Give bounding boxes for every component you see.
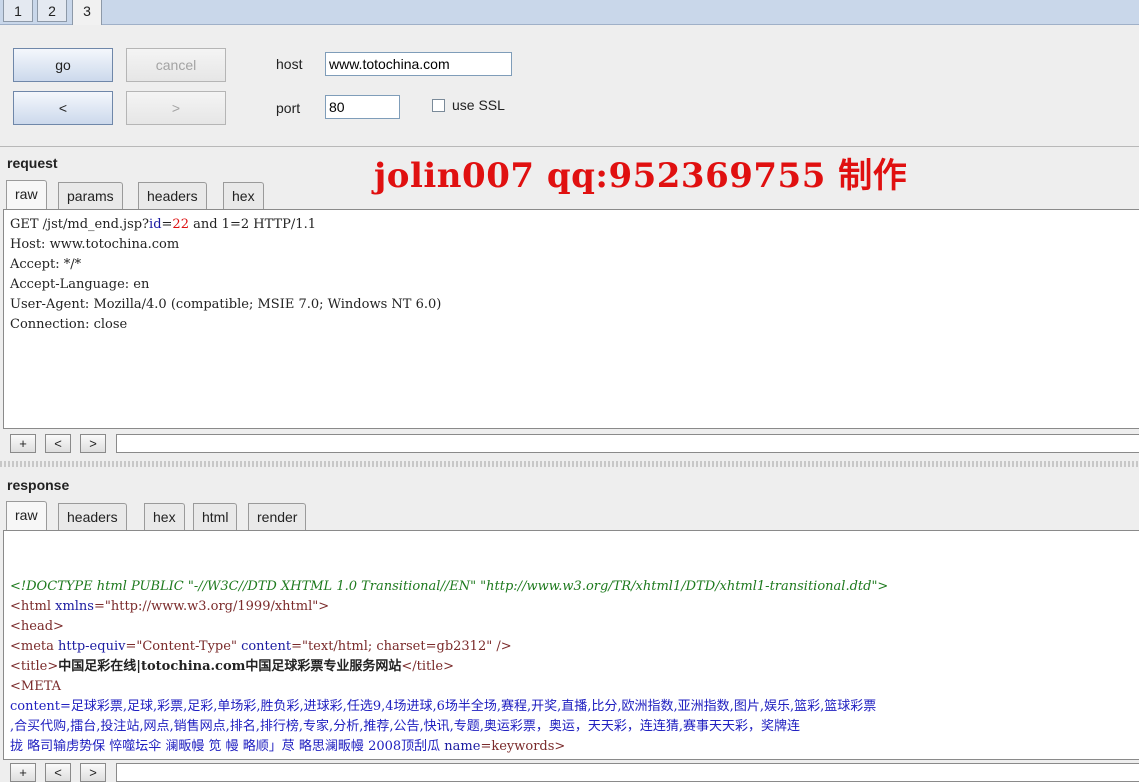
request-header-line: Connection: close bbox=[10, 317, 128, 332]
split-divider[interactable] bbox=[0, 461, 1139, 467]
cancel-button[interactable]: cancel bbox=[126, 48, 226, 82]
response-title: response bbox=[7, 477, 70, 493]
content-line: 拢 略司输虏势保 悴噬坛伞 澜畈幔 笕 幔 略顺」荩 略思澜畈幔 2008顶刮瓜… bbox=[10, 739, 566, 754]
title-line: <title>中国足彩在线|totochina.com中国足球彩票专业服务网站<… bbox=[10, 659, 455, 674]
request-tab-params[interactable]: params bbox=[58, 182, 123, 209]
head-line: <head> bbox=[10, 619, 64, 634]
request-header-line: Host: www.totochina.com bbox=[10, 237, 180, 252]
content-line: ,合买代购,擂台,投注站,网点,销售网点,排名,排行榜,专家,分析,推荐,公告,… bbox=[10, 719, 800, 734]
request-tab-headers[interactable]: headers bbox=[138, 182, 207, 209]
response-tab-headers[interactable]: headers bbox=[58, 503, 127, 530]
request-header-line: User-Agent: Mozilla/4.0 (compatible; MSI… bbox=[10, 297, 442, 312]
host-input[interactable]: www.totochina.com bbox=[325, 52, 512, 76]
request-search-field[interactable] bbox=[116, 434, 1139, 453]
top-tab-3[interactable]: 3 bbox=[72, 0, 102, 25]
use-ssl-checkbox[interactable] bbox=[432, 99, 445, 112]
request-raw-editor[interactable]: GET /jst/md_end.jsp?id=22 and 1=2 HTTP/1… bbox=[3, 209, 1139, 429]
go-button[interactable]: go bbox=[13, 48, 113, 82]
port-label: port bbox=[276, 100, 301, 116]
request-header-line: Accept: */* bbox=[10, 257, 82, 272]
watermark-text: jolin007 qq:952369755 制作 bbox=[374, 156, 908, 196]
back-button[interactable]: < bbox=[13, 91, 113, 125]
top-tab-1[interactable]: 1 bbox=[3, 0, 33, 22]
response-tab-render[interactable]: render bbox=[248, 503, 307, 530]
response-tab-hex[interactable]: hex bbox=[144, 503, 185, 530]
request-add-button[interactable]: + bbox=[10, 434, 36, 453]
top-tab-2[interactable]: 2 bbox=[37, 0, 67, 22]
html-line: <html xmlns="http://www.w3.org/1999/xhtm… bbox=[10, 599, 330, 614]
response-raw-viewer[interactable]: <!DOCTYPE html PUBLIC "-//W3C//DTD XHTML… bbox=[3, 530, 1139, 760]
response-tab-raw[interactable]: raw bbox=[6, 501, 47, 530]
use-ssl-label: use SSL bbox=[452, 97, 505, 113]
request-line: GET /jst/md_end.jsp?id=22 and 1=2 HTTP/1… bbox=[10, 217, 316, 232]
meta-line: <meta http-equiv="Content-Type" content=… bbox=[10, 639, 512, 654]
meta-upper-line: <META bbox=[10, 679, 62, 694]
request-title: request bbox=[7, 155, 58, 171]
request-tab-hex[interactable]: hex bbox=[223, 182, 264, 209]
port-input[interactable]: 80 bbox=[325, 95, 400, 119]
request-next-button[interactable]: > bbox=[80, 434, 106, 453]
request-prev-button[interactable]: < bbox=[45, 434, 71, 453]
response-tab-html[interactable]: html bbox=[193, 503, 238, 530]
request-tab-raw[interactable]: raw bbox=[6, 180, 47, 209]
host-label: host bbox=[276, 56, 303, 72]
top-tab-strip: 1 2 3 bbox=[0, 0, 1139, 25]
doctype-line: <!DOCTYPE html PUBLIC "-//W3C//DTD XHTML… bbox=[10, 579, 889, 594]
request-header-line: Accept-Language: en bbox=[10, 277, 150, 292]
content-line: content=足球彩票,足球,彩票,足彩,单场彩,胜负彩,进球彩,任选9,4场… bbox=[10, 699, 877, 714]
forward-button[interactable]: > bbox=[126, 91, 226, 125]
divider bbox=[0, 146, 1139, 147]
